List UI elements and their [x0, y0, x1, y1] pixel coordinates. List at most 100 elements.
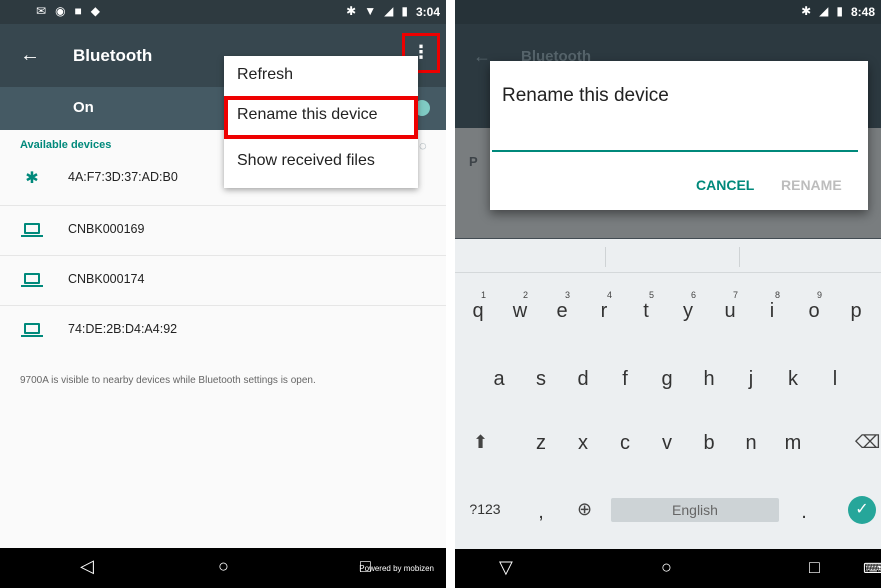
signal-icon: ◢	[384, 4, 394, 18]
sync-icon: ◉	[55, 4, 66, 18]
page-title: Bluetooth	[73, 46, 153, 65]
android-icon: ◆	[90, 4, 101, 18]
key-w[interactable]: 2w	[502, 290, 538, 323]
bluetooth-icon: ✱	[25, 170, 39, 187]
laptop-icon	[21, 273, 43, 287]
key-l[interactable]: l	[817, 368, 853, 391]
status-bar: ✉ ◉ ■ ◆ ✱ ▼ ◢ ▮ 3:04	[0, 0, 446, 24]
key-label: u	[724, 300, 736, 322]
shift-icon[interactable]: ⬆	[473, 432, 488, 453]
key-b[interactable]: b	[691, 432, 727, 455]
key-u[interactable]: 7u	[712, 290, 748, 323]
key-z[interactable]: z	[523, 432, 559, 455]
soft-keyboard: 1q 2w 3e 4r 5t 6y 7u 8i 9o p a s d f g h…	[455, 239, 881, 549]
key-hint: 9	[817, 290, 823, 300]
period-key[interactable]: .	[786, 501, 822, 524]
status-time: 8:48	[850, 4, 875, 19]
key-label: e	[556, 300, 568, 322]
divider	[739, 247, 740, 267]
back-arrow-icon: ←	[473, 46, 491, 66]
rename-dialog: Rename this device CANCEL RENAME	[490, 61, 868, 210]
key-label: w	[512, 300, 528, 322]
menu-item-refresh[interactable]: Refresh	[224, 56, 418, 99]
back-nav-icon[interactable]: ▽	[499, 557, 513, 578]
overflow-menu: Refresh Rename this device Show received…	[224, 56, 418, 188]
key-r[interactable]: 4r	[586, 290, 622, 323]
backspace-icon[interactable]: ⌫	[855, 432, 880, 453]
key-hint: 7	[733, 290, 739, 300]
right-screenshot: ✱ ◢ ▮ 8:48 ← Bluetooth P Rename this dev…	[455, 0, 881, 588]
key-hint: 8	[775, 290, 781, 300]
key-c[interactable]: c	[607, 432, 643, 455]
key-f[interactable]: f	[607, 368, 643, 391]
recents-nav-icon[interactable]: □	[809, 557, 820, 578]
home-nav-icon[interactable]: ○	[661, 557, 672, 578]
powered-by-label: Powered by mobizen	[359, 564, 434, 573]
cancel-button[interactable]: CANCEL	[696, 177, 754, 193]
lock-icon: ■	[74, 4, 82, 18]
bluetooth-status-icon: ✱	[801, 4, 812, 18]
visibility-note: 9700A is visible to nearby devices while…	[20, 375, 316, 386]
navigation-bar: ◁ ○ □ Powered by mobizen	[0, 548, 446, 588]
key-j[interactable]: j	[733, 368, 769, 391]
key-label: r	[600, 300, 608, 322]
key-s[interactable]: s	[523, 368, 559, 391]
symbols-key[interactable]: ?123	[463, 501, 507, 517]
key-e[interactable]: 3e	[544, 290, 580, 323]
checkmark-icon[interactable]: ✓	[848, 496, 876, 524]
toggle-label: On	[73, 99, 94, 116]
key-x[interactable]: x	[565, 432, 601, 455]
key-hint: 5	[649, 290, 655, 300]
key-p[interactable]: p	[838, 300, 874, 323]
key-hint: 1	[481, 290, 487, 300]
navigation-bar: ▽ ○ □ ⌨	[455, 549, 881, 588]
dimmed-text: P	[469, 154, 478, 169]
key-label: q	[472, 300, 484, 322]
device-name: 74:DE:2B:D4:A4:92	[68, 322, 178, 336]
key-hint: 6	[691, 290, 697, 300]
key-label: t	[643, 300, 649, 322]
key-g[interactable]: g	[649, 368, 685, 391]
key-label: y	[683, 300, 693, 322]
key-n[interactable]: n	[733, 432, 769, 455]
key-h[interactable]: h	[691, 368, 727, 391]
device-row[interactable]: CNBK000174	[0, 256, 446, 306]
bluetooth-status-icon: ✱	[346, 4, 357, 18]
separator	[446, 0, 455, 588]
key-d[interactable]: d	[565, 368, 601, 391]
key-t[interactable]: 5t	[628, 290, 664, 323]
key-o[interactable]: 9o	[796, 290, 832, 323]
device-name: CNBK000169	[68, 222, 145, 236]
device-row[interactable]: 74:DE:2B:D4:A4:92	[0, 306, 446, 356]
wifi-icon: ▼	[364, 4, 377, 18]
laptop-icon	[21, 223, 43, 237]
device-name: 4A:F7:3D:37:AD:B0	[68, 170, 178, 184]
key-q[interactable]: 1q	[460, 290, 496, 323]
keyboard-switch-icon[interactable]: ⌨	[863, 560, 881, 577]
menu-item-rename-device[interactable]: Rename this device	[224, 96, 418, 139]
back-nav-icon[interactable]: ◁	[80, 556, 94, 577]
key-k[interactable]: k	[775, 368, 811, 391]
email-icon: ✉	[36, 4, 47, 18]
key-i[interactable]: 8i	[754, 290, 790, 323]
key-v[interactable]: v	[649, 432, 685, 455]
device-row[interactable]: CNBK000169	[0, 206, 446, 256]
progress-spinner-icon: ◌	[419, 138, 427, 153]
home-nav-icon[interactable]: ○	[218, 556, 229, 577]
globe-icon[interactable]: ⊕	[577, 499, 592, 520]
rename-button[interactable]: RENAME	[781, 177, 842, 193]
key-y[interactable]: 6y	[670, 290, 706, 323]
space-key[interactable]: English	[611, 498, 779, 522]
divider	[605, 247, 606, 267]
laptop-icon	[21, 323, 43, 337]
signal-icon: ◢	[819, 4, 829, 18]
device-name: CNBK000174	[68, 272, 145, 286]
comma-key[interactable]: ,	[523, 501, 559, 524]
battery-icon: ▮	[401, 4, 408, 18]
key-m[interactable]: m	[775, 432, 811, 455]
menu-item-show-received-files[interactable]: Show received files	[224, 142, 418, 185]
key-a[interactable]: a	[481, 368, 517, 391]
device-name-input[interactable]	[492, 150, 858, 152]
key-label: o	[808, 300, 820, 322]
back-arrow-icon[interactable]: ←	[20, 44, 40, 67]
